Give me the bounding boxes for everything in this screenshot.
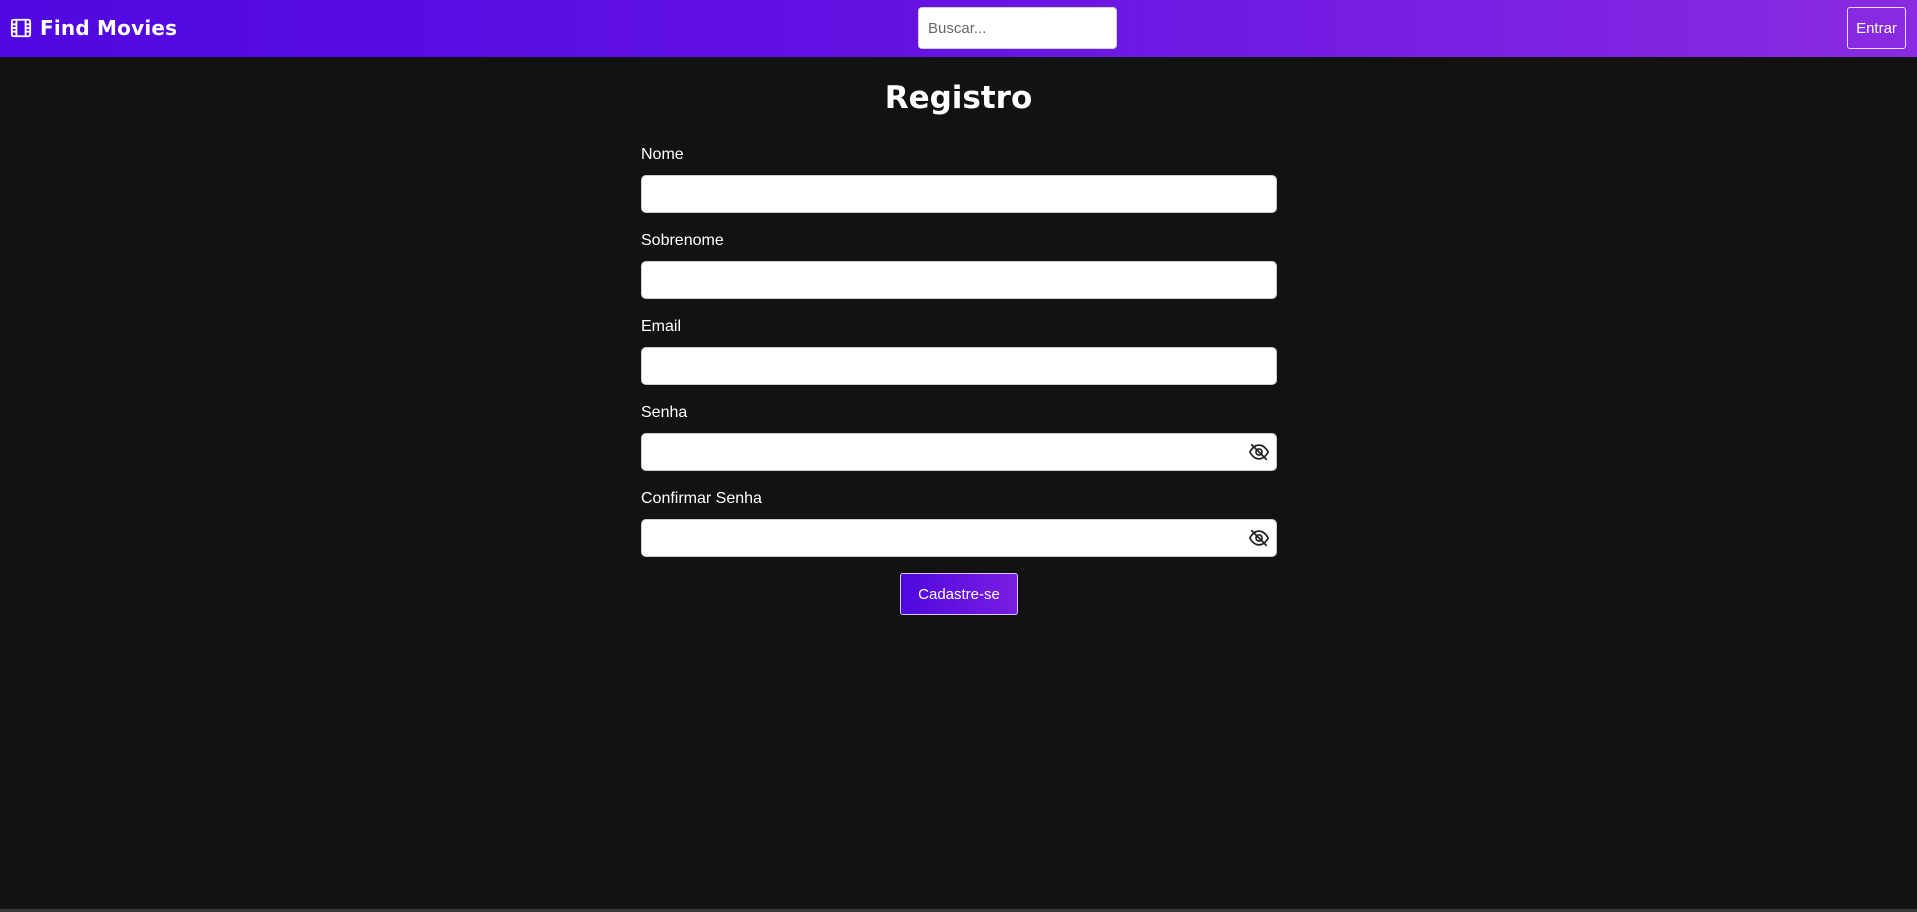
brand-title: Find Movies — [40, 16, 178, 40]
last-name-label: Sobrenome — [641, 232, 724, 249]
confirm-password-label: Confirmar Senha — [641, 490, 762, 507]
top-navbar: Find Movies Entrar — [0, 0, 1917, 57]
email-field[interactable] — [641, 347, 1277, 385]
register-button[interactable]: Cadastre-se — [900, 573, 1018, 615]
search-input[interactable] — [918, 7, 1117, 49]
page-title: Registro — [884, 80, 1033, 116]
password-field[interactable] — [641, 433, 1277, 471]
brand-link[interactable]: Find Movies — [10, 14, 177, 42]
first-name-field[interactable] — [641, 175, 1277, 213]
eye-slash-icon[interactable] — [1248, 441, 1270, 463]
first-name-label: Nome — [641, 146, 684, 163]
film-icon — [10, 18, 32, 38]
email-label: Email — [641, 318, 682, 335]
confirm-password-field[interactable] — [641, 519, 1277, 557]
password-label: Senha — [641, 404, 688, 421]
eye-slash-icon[interactable] — [1248, 527, 1270, 549]
login-button[interactable]: Entrar — [1847, 7, 1906, 49]
last-name-field[interactable] — [641, 261, 1277, 299]
